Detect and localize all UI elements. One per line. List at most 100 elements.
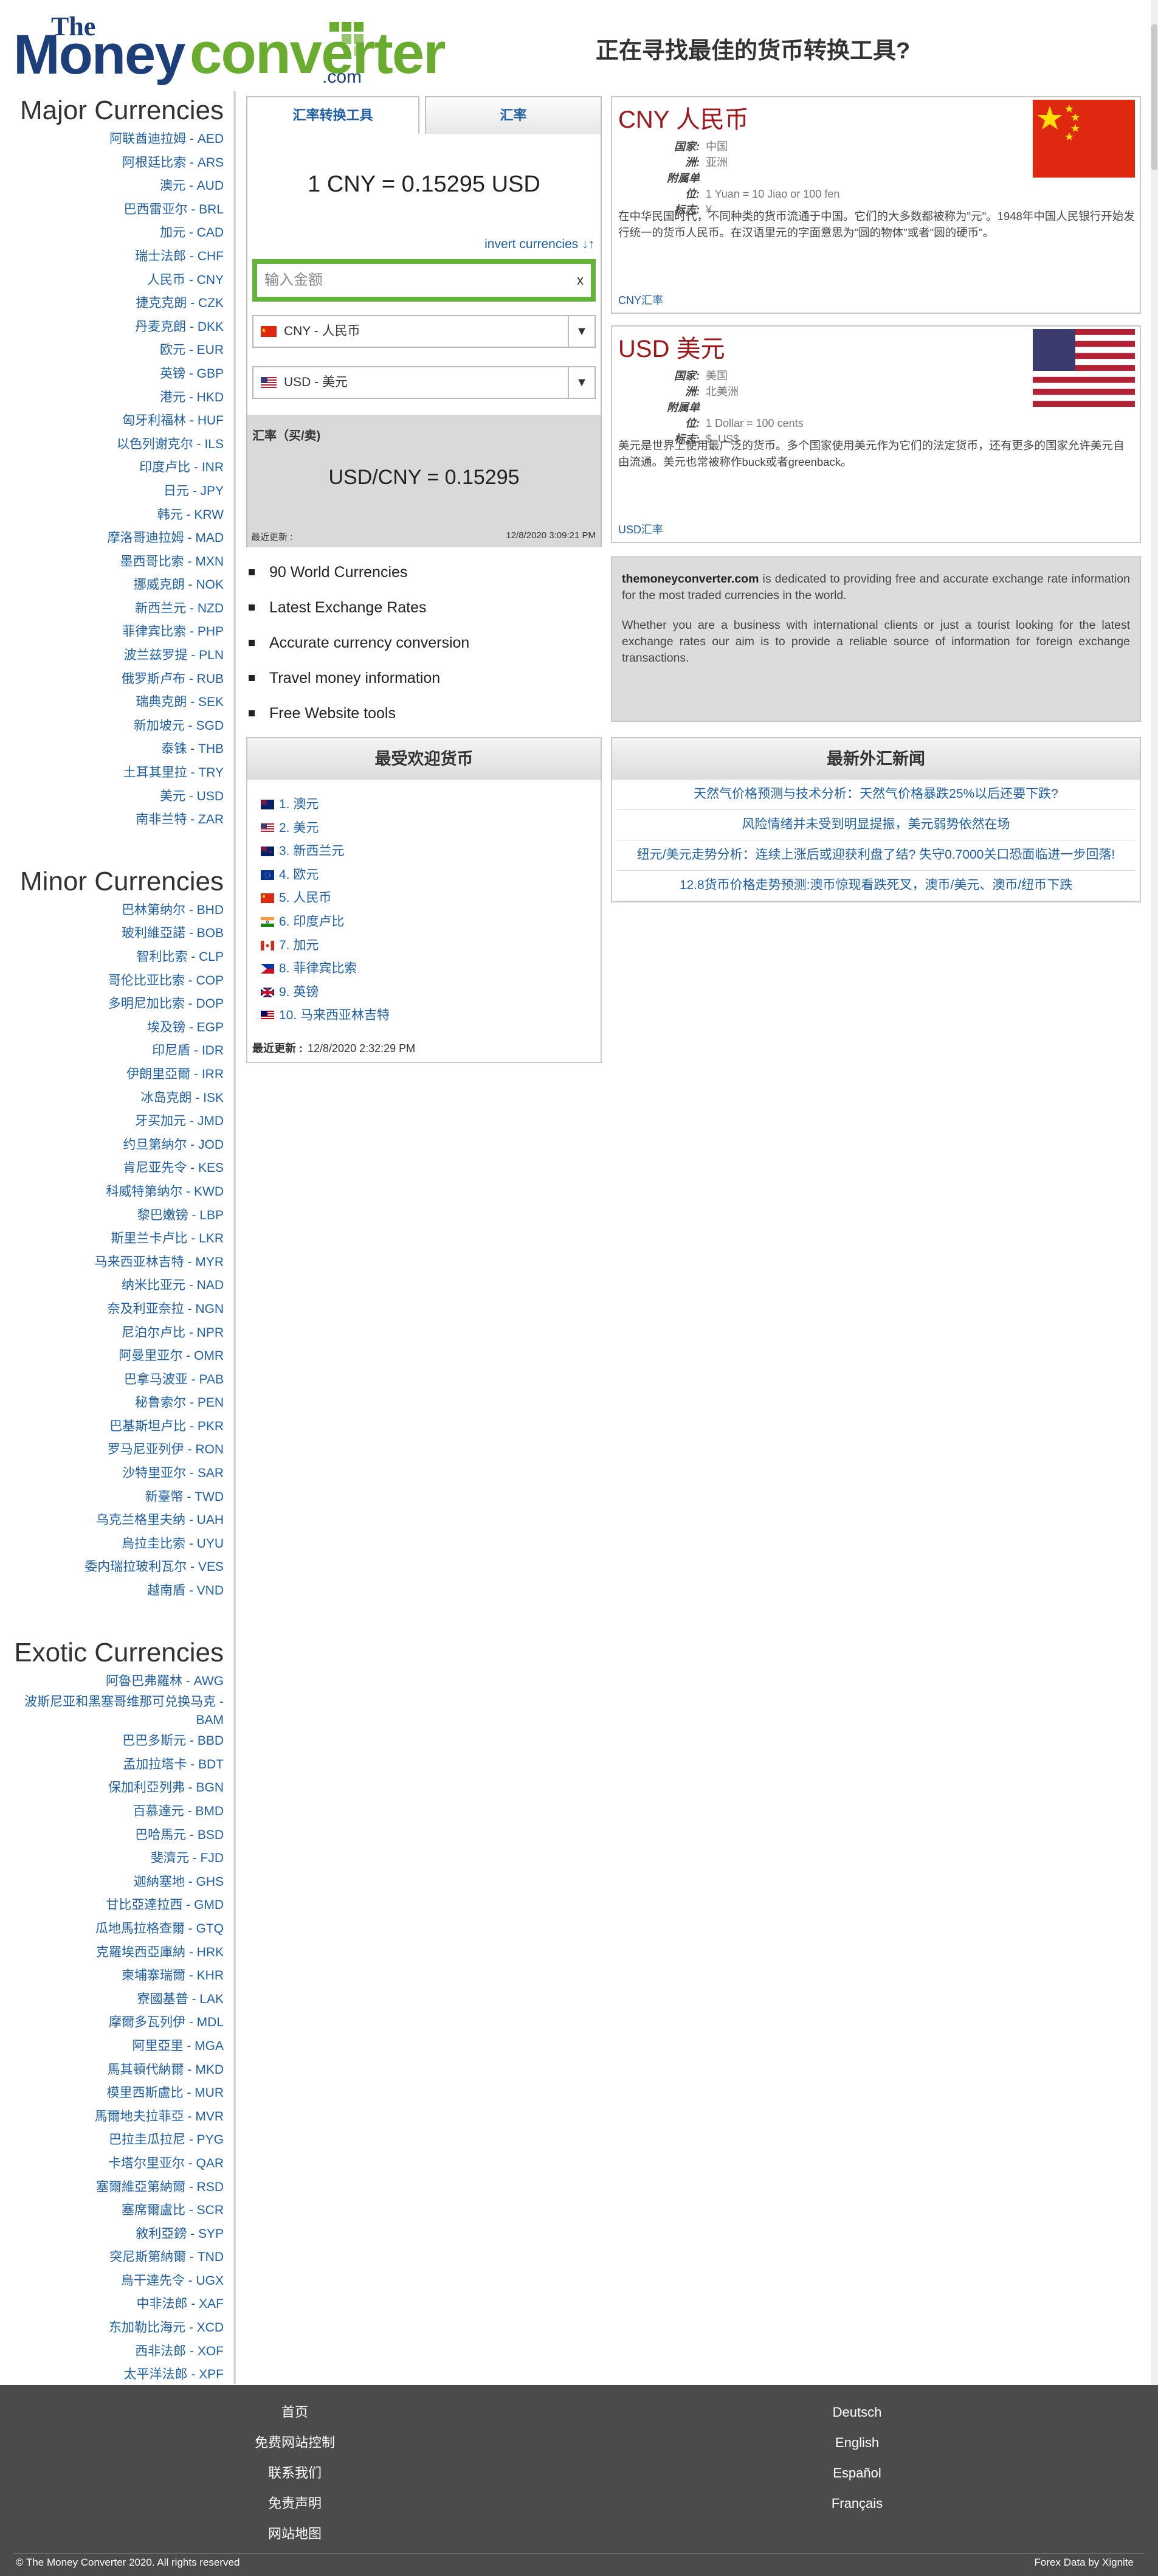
site-logo[interactable]: The Money converter .com: [13, 11, 446, 87]
currency-link[interactable]: 丹麦克朗 - DKK: [0, 316, 224, 339]
currency-link[interactable]: 马来西亚林吉特 - MYR: [0, 1251, 224, 1275]
popular-currency-link[interactable]: 10. 马来西亚林吉特: [279, 1008, 390, 1022]
currency-link[interactable]: 新臺幣 - TWD: [0, 1486, 224, 1509]
currency-link[interactable]: 人民币 - CNY: [0, 269, 224, 293]
popular-currency-item[interactable]: 1. 澳元: [261, 793, 390, 817]
currency-link[interactable]: 斯里兰卡卢比 - LKR: [0, 1227, 224, 1251]
currency-link[interactable]: 秘鲁索尔 - PEN: [0, 1391, 224, 1415]
popular-currency-item[interactable]: 5. 人民币: [261, 887, 390, 910]
currency-link[interactable]: 俄罗斯卢布 - RUB: [0, 668, 224, 691]
currency-link[interactable]: 墨西哥比索 - MXN: [0, 550, 224, 574]
currency-link[interactable]: 波兰兹罗提 - PLN: [0, 644, 224, 668]
currency-link[interactable]: 巴拉圭瓜拉尼 - PYG: [0, 2128, 224, 2152]
currency-link[interactable]: 阿联酋迪拉姆 - AED: [0, 128, 224, 151]
popular-currency-item[interactable]: 4. 欧元: [261, 864, 390, 887]
footer-link[interactable]: 联系我们: [201, 2458, 389, 2488]
currency-link[interactable]: 港元 - HKD: [0, 386, 224, 410]
currency-link[interactable]: 塞席爾盧比 - SCR: [0, 2199, 224, 2223]
popular-currency-item[interactable]: 10. 马来西亚林吉特: [261, 1004, 390, 1028]
currency-link[interactable]: 烏干達先令 - UGX: [0, 2270, 224, 2293]
currency-link[interactable]: 巴林第纳尔 - BHD: [0, 899, 224, 923]
popular-currency-link[interactable]: 1. 澳元: [279, 797, 319, 811]
currency-link[interactable]: 匈牙利福林 - HUF: [0, 409, 224, 433]
invert-currencies-link[interactable]: invert currencies ↓↑: [484, 237, 595, 252]
currency-link[interactable]: 卡塔尔里亚尔 - QAR: [0, 2152, 224, 2176]
cny-rates-link[interactable]: CNY汇率: [618, 292, 663, 308]
popular-currency-link[interactable]: 9. 英镑: [279, 985, 319, 999]
currency-link[interactable]: 肯尼亚先令 - KES: [0, 1157, 224, 1180]
currency-link[interactable]: 瑞典克朗 - SEK: [0, 691, 224, 715]
currency-link[interactable]: 百慕達元 - BMD: [0, 1800, 224, 1824]
currency-link[interactable]: 冰岛克朗 - ISK: [0, 1087, 224, 1110]
currency-link[interactable]: 乌克兰格里夫纳 - UAH: [0, 1509, 224, 1532]
currency-link[interactable]: 哥伦比亚比索 - COP: [0, 969, 224, 993]
currency-link[interactable]: 澳元 - AUD: [0, 175, 224, 198]
currency-link[interactable]: 委内瑞拉玻利瓦尔 - VES: [0, 1556, 224, 1579]
chevron-down-icon[interactable]: ▼: [568, 316, 595, 347]
tab-converter[interactable]: 汇率转换工具: [246, 96, 419, 135]
currency-link[interactable]: 伊朗里亞爾 - IRR: [0, 1063, 224, 1087]
currency-link[interactable]: 阿里亞里 - MGA: [0, 2035, 224, 2058]
amount-input[interactable]: 输入金额 x: [252, 259, 596, 302]
news-item-link[interactable]: 天然气价格预测与技术分析：天然气价格暴跌25%以后还要下跌?: [617, 780, 1135, 810]
currency-link[interactable]: 西非法郎 - XOF: [0, 2340, 224, 2364]
currency-link[interactable]: 中非法郎 - XAF: [0, 2293, 224, 2316]
currency-link[interactable]: 黎巴嫩镑 - LBP: [0, 1204, 224, 1228]
footer-link[interactable]: 网站地图: [201, 2519, 389, 2549]
currency-link[interactable]: 纳米比亚元 - NAD: [0, 1274, 224, 1298]
currency-link[interactable]: 巴西雷亚尔 - BRL: [0, 198, 224, 222]
currency-link[interactable]: 烏拉圭比索 - UYU: [0, 1532, 224, 1556]
currency-link[interactable]: 模里西斯盧比 - MUR: [0, 2082, 224, 2105]
footer-link[interactable]: 免费网站控制: [201, 2428, 389, 2458]
currency-link[interactable]: 瓜地馬拉格查爾 - GTQ: [0, 1917, 224, 1941]
tab-rates[interactable]: 汇率: [425, 96, 602, 135]
currency-link[interactable]: 东加勒比海元 - XCD: [0, 2316, 224, 2340]
currency-link[interactable]: 巴拿马波亚 - PAB: [0, 1368, 224, 1392]
currency-link[interactable]: 新西兰元 - NZD: [0, 597, 224, 621]
currency-link[interactable]: 尼泊尔卢比 - NPR: [0, 1321, 224, 1345]
currency-link[interactable]: 菲律宾比索 - PHP: [0, 620, 224, 644]
footer-link[interactable]: 首页: [201, 2397, 389, 2428]
currency-link[interactable]: 多明尼加比索 - DOP: [0, 992, 224, 1016]
currency-link[interactable]: 寮國基普 - LAK: [0, 1988, 224, 2012]
currency-link[interactable]: 科威特第纳尔 - KWD: [0, 1180, 224, 1204]
popular-currency-item[interactable]: 7. 加元: [261, 934, 390, 958]
currency-link[interactable]: 加元 - CAD: [0, 221, 224, 245]
page-scrollbar[interactable]: [1151, 0, 1158, 2576]
currency-link[interactable]: 埃及镑 - EGP: [0, 1016, 224, 1040]
currency-link[interactable]: 南非兰特 - ZAR: [0, 808, 224, 832]
currency-link[interactable]: 沙特里亚尔 - SAR: [0, 1462, 224, 1486]
currency-link[interactable]: 甘比亞達拉西 - GMD: [0, 1894, 224, 1917]
currency-link[interactable]: 捷克克朗 - CZK: [0, 292, 224, 316]
popular-currency-item[interactable]: 9. 英镑: [261, 981, 390, 1005]
popular-currency-link[interactable]: 3. 新西兰元: [279, 844, 344, 858]
currency-link[interactable]: 馬爾地夫拉菲亞 - MVR: [0, 2105, 224, 2129]
scrollbar-thumb[interactable]: [1151, 24, 1157, 170]
language-link[interactable]: English: [760, 2428, 954, 2458]
currency-link[interactable]: 迦納塞地 - GHS: [0, 1871, 224, 1894]
popular-currency-link[interactable]: 6. 印度卢比: [279, 915, 344, 929]
currency-link[interactable]: 日元 - JPY: [0, 480, 224, 504]
popular-currency-link[interactable]: 4. 欧元: [279, 868, 319, 882]
currency-link[interactable]: 泰铢 - THB: [0, 738, 224, 761]
currency-link[interactable]: 印尼盾 - IDR: [0, 1039, 224, 1063]
currency-link[interactable]: 阿魯巴弗羅林 - AWG: [0, 1670, 224, 1694]
usd-rates-link[interactable]: USD汇率: [618, 521, 663, 537]
currency-link[interactable]: 摩爾多瓦列伊 - MDL: [0, 2011, 224, 2035]
currency-link[interactable]: 波斯尼亚和黑塞哥维那可兑换马克 - BAM: [0, 1693, 224, 1729]
popular-currency-link[interactable]: 7. 加元: [279, 938, 319, 952]
currency-link[interactable]: 韩元 - KRW: [0, 504, 224, 527]
currency-link[interactable]: 罗马尼亚列伊 - RON: [0, 1438, 224, 1462]
currency-link[interactable]: 太平洋法郎 - XPF: [0, 2363, 224, 2387]
popular-currency-item[interactable]: 3. 新西兰元: [261, 840, 390, 864]
currency-link[interactable]: 斐濟元 - FJD: [0, 1847, 224, 1871]
currency-link[interactable]: 英镑 - GBP: [0, 362, 224, 386]
currency-link[interactable]: 约旦第纳尔 - JOD: [0, 1134, 224, 1157]
popular-currency-link[interactable]: 8. 菲律宾比索: [279, 961, 357, 975]
currency-link[interactable]: 巴巴多斯元 - BBD: [0, 1729, 224, 1753]
currency-link[interactable]: 突尼斯第納爾 - TND: [0, 2246, 224, 2270]
language-link[interactable]: Deutsch: [760, 2397, 954, 2428]
popular-currency-link[interactable]: 5. 人民币: [279, 891, 331, 905]
popular-currency-link[interactable]: 2. 美元: [279, 821, 319, 835]
currency-link[interactable]: 新加坡元 - SGD: [0, 715, 224, 738]
